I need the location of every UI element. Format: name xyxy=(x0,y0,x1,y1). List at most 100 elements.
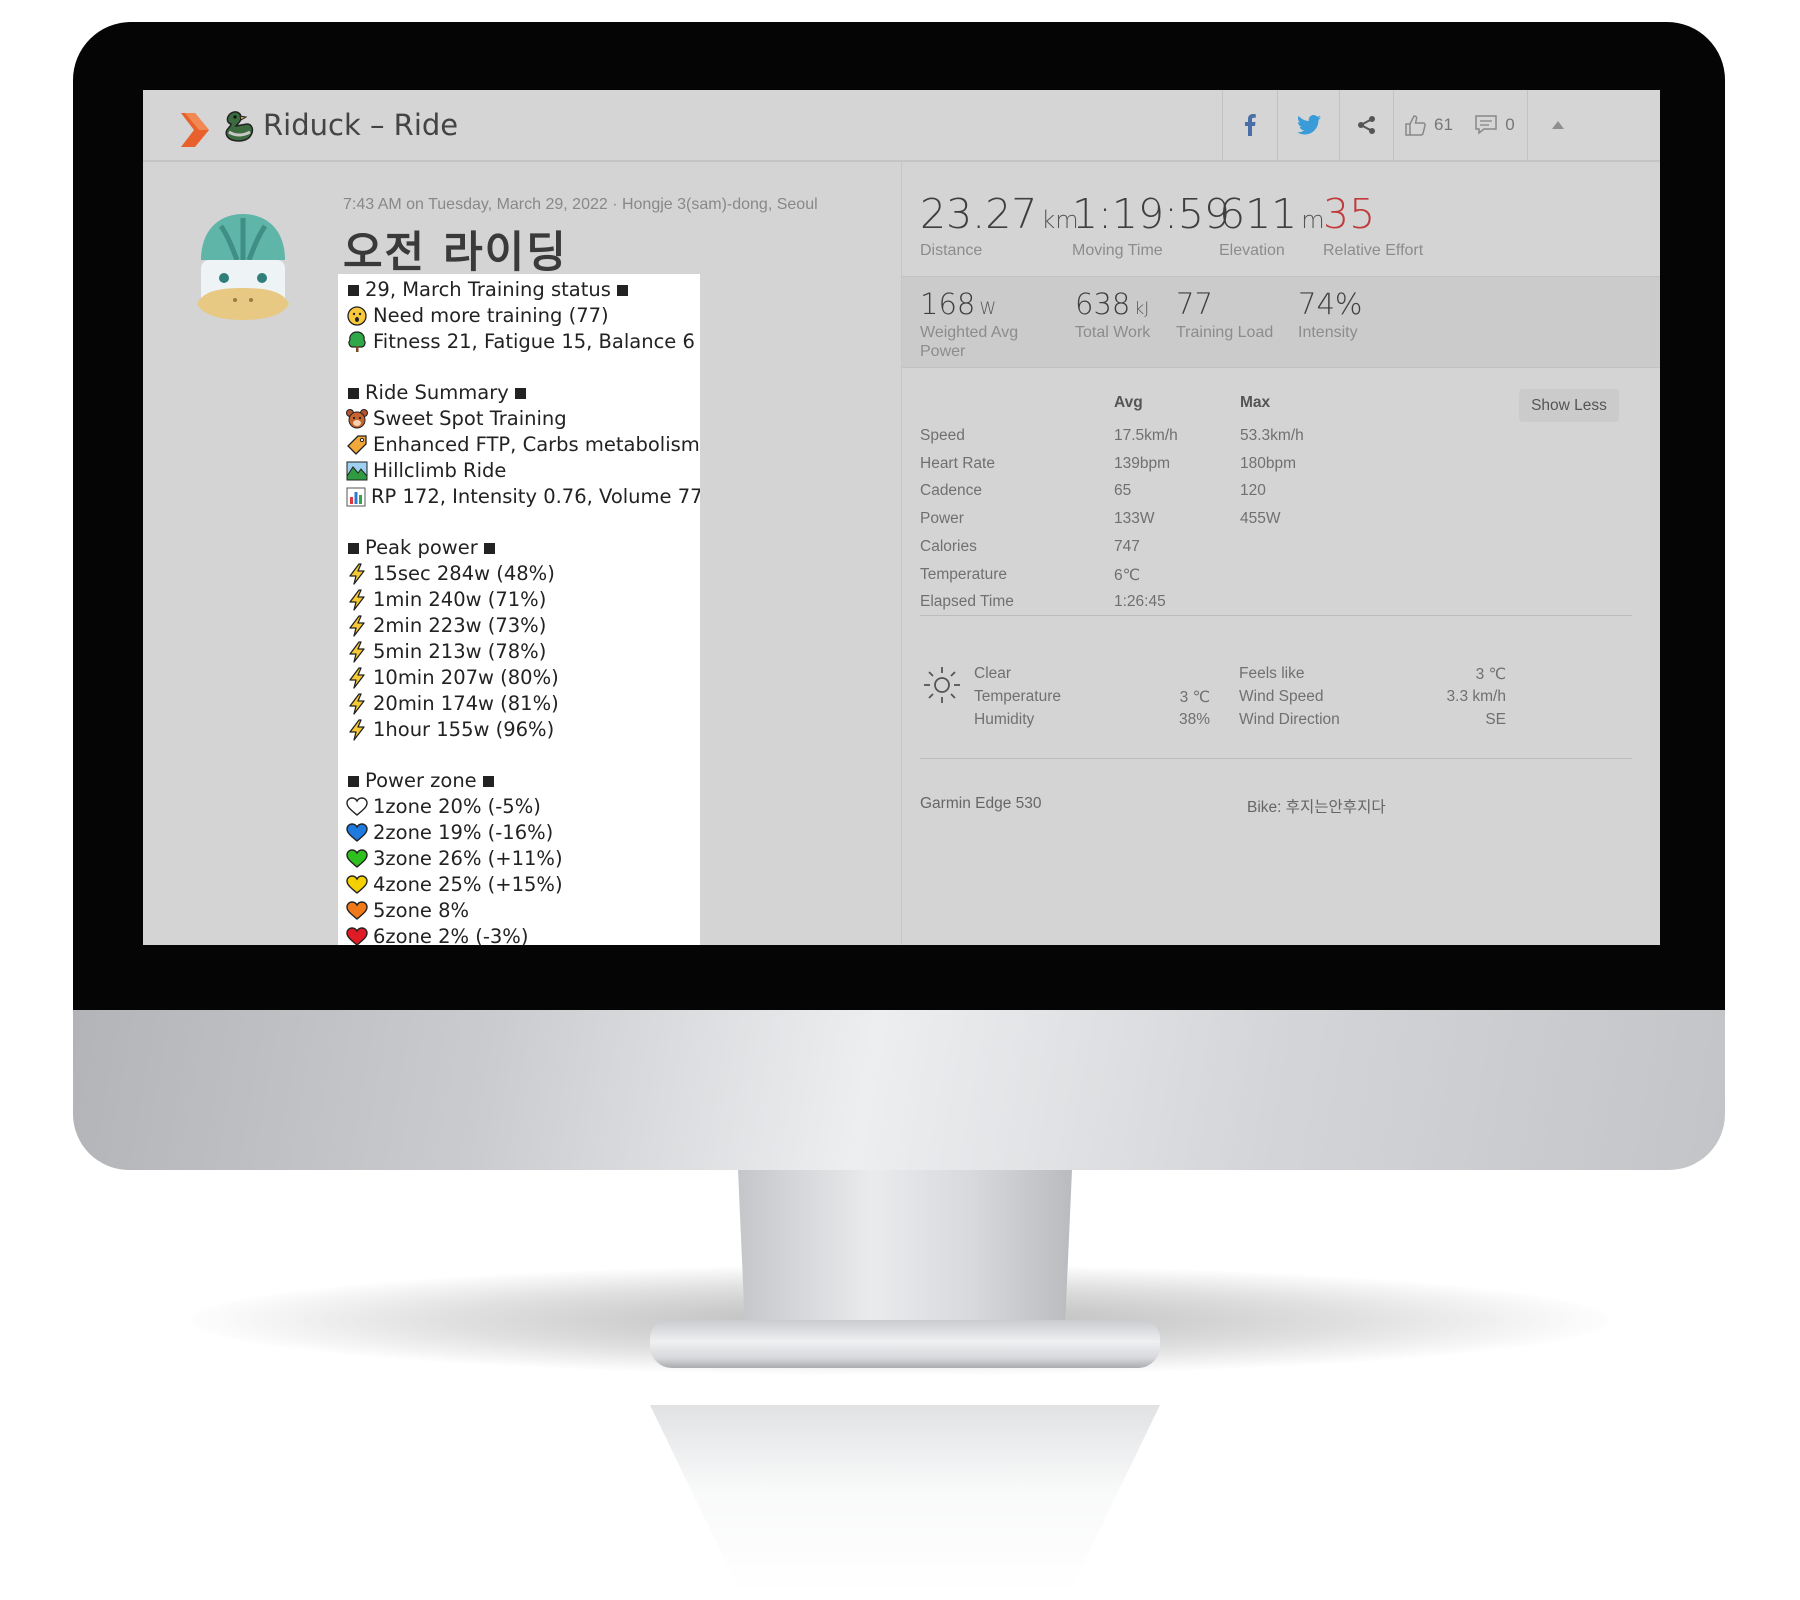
detail-max: 180bpm xyxy=(1240,454,1297,472)
distance-label: Distance xyxy=(920,242,983,259)
square-bullet-icon xyxy=(483,542,495,554)
heart-icon xyxy=(346,926,368,945)
detail-label: Heart Rate xyxy=(920,454,995,472)
total-work-label: Total Work xyxy=(1075,324,1151,341)
weather-wind-speed-label: Wind Speed xyxy=(1239,688,1324,705)
primary-stats: 23.27 km Distance 1:19:59 Moving Time 611… xyxy=(902,162,1660,274)
total-work-value: 638 xyxy=(1075,287,1131,321)
relative-effort-value: 35 xyxy=(1323,190,1376,238)
peak-power-item: 5min 213w (78%) xyxy=(346,639,700,665)
elevation-value: 611 xyxy=(1219,190,1298,238)
facebook-share-button[interactable] xyxy=(1222,90,1277,160)
heart-icon xyxy=(346,796,368,818)
summary-type: Sweet Spot Training xyxy=(373,407,567,430)
heart-icon xyxy=(346,874,368,896)
weather-wind-direction-label: Wind Direction xyxy=(1239,711,1340,728)
peak-power-item: 1hour 155w (96%) xyxy=(346,717,700,743)
collapse-button[interactable] xyxy=(1527,90,1587,160)
weather-temperature-label: Temperature xyxy=(974,688,1062,705)
screen: Riduck – Ride 61 0 7:43 AM on Tuesday, M… xyxy=(143,90,1660,945)
detail-avg: 747 xyxy=(1114,537,1140,555)
duck-logo-icon xyxy=(225,111,254,142)
power-zone-item: 1zone 20% (-5%) xyxy=(346,794,700,820)
peak-power-list: 15sec 284w (48%) 1min 240w (71%) 2min 223w… xyxy=(346,561,700,743)
peak-power-text: 10min 207w (80%) xyxy=(373,666,559,689)
summary-rp: RP 172, Intensity 0.76, Volume 77 xyxy=(371,485,700,508)
activity-description: 29, March Training status Need more trai… xyxy=(338,274,700,945)
detail-avg: 6℃ xyxy=(1114,566,1141,584)
power-zone-text: 4zone 25% (+15%) xyxy=(373,873,563,896)
comments-button[interactable]: 0 xyxy=(1463,90,1527,160)
power-zone-item: 6zone 2% (-3%) xyxy=(346,924,700,945)
weather-wind-direction-value: SE xyxy=(1485,711,1506,728)
activity-title: 오전 라이딩 xyxy=(343,228,568,278)
stat-elevation: 611 m Elevation xyxy=(1219,190,1325,260)
weather-humidity-value: 38% xyxy=(1178,711,1210,728)
comment-icon xyxy=(1475,115,1498,135)
facebook-icon xyxy=(1245,114,1256,136)
weather-feels-value: 3 ℃ xyxy=(1475,666,1506,683)
peak-power-text: 1min 240w (71%) xyxy=(373,588,547,611)
peak-power-item: 1min 240w (71%) xyxy=(346,587,700,613)
desc-line: Need more training (77) xyxy=(346,303,700,329)
peak-power-item: 15sec 284w (48%) xyxy=(346,561,700,587)
tree-icon xyxy=(346,331,368,353)
twitter-icon xyxy=(1296,115,1321,135)
desc-line: Peak power xyxy=(346,535,700,561)
app-title: Riduck – Ride xyxy=(263,108,459,142)
weather-humidity-label: Humidity xyxy=(974,711,1035,728)
moving-time-label: Moving Time xyxy=(1072,242,1163,259)
peak-power-text: 2min 223w (73%) xyxy=(373,614,547,637)
desc-line: Power zone xyxy=(346,768,700,794)
desc-line: Sweet Spot Training xyxy=(346,406,700,432)
moving-time-value: 1:19:59 xyxy=(1072,190,1231,238)
weather-wind-speed-value: 3.3 km/h xyxy=(1446,688,1506,705)
secondary-stats: 168 W Weighted Avg Power 638 kJ Total Work … xyxy=(902,276,1660,368)
lightning-icon xyxy=(346,641,368,663)
square-bullet-icon xyxy=(348,775,359,787)
power-zone-item: 2zone 19% (-16%) xyxy=(346,820,700,846)
distance-value: 23.27 xyxy=(920,190,1038,238)
monitor-chin xyxy=(73,1010,1725,1170)
desc-line: Ride Summary xyxy=(346,380,700,406)
intensity-value: 74% xyxy=(1298,287,1363,321)
detail-avg: 1:26:45 xyxy=(1114,593,1166,611)
surprised-face-icon xyxy=(346,305,368,327)
stat-training-load: 77 Training Load xyxy=(1176,287,1273,342)
divider xyxy=(920,615,1632,616)
desc-spacer xyxy=(346,743,700,768)
device-name: Garmin Edge 530 xyxy=(920,795,1042,812)
desc-spacer xyxy=(346,355,700,380)
weighted-power-value: 168 xyxy=(920,287,976,321)
bike-name: Bike: 후지는안후지다 xyxy=(1247,799,1386,816)
heart-icon xyxy=(346,822,368,844)
show-less-button[interactable]: Show Less xyxy=(1519,389,1619,422)
power-zone-header: Power zone xyxy=(365,769,477,792)
ride-summary-header: Ride Summary xyxy=(365,381,509,404)
detail-label: Cadence xyxy=(920,482,983,500)
peak-power-item: 2min 223w (73%) xyxy=(346,613,700,639)
total-work-unit: kJ xyxy=(1134,299,1150,319)
detail-max: 53.3km/h xyxy=(1240,427,1304,444)
national-park-icon xyxy=(346,460,368,482)
power-zone-item: 5zone 8% xyxy=(346,898,700,924)
lightning-icon xyxy=(346,719,368,741)
lightning-icon xyxy=(346,589,368,611)
share-button[interactable] xyxy=(1339,90,1393,160)
stat-relative-effort[interactable]: 35 Relative Effort xyxy=(1323,190,1423,260)
desc-spacer xyxy=(346,510,700,535)
power-zone-text: 6zone 2% (-3%) xyxy=(373,925,529,945)
desc-line: RP 172, Intensity 0.76, Volume 77 xyxy=(346,484,700,510)
kudos-button[interactable]: 61 xyxy=(1393,90,1463,160)
bar-chart-icon xyxy=(346,486,366,508)
detail-max: 455W xyxy=(1240,510,1281,528)
elevation-label: Elevation xyxy=(1219,242,1285,259)
stat-distance: 23.27 km Distance xyxy=(920,190,1079,260)
detail-avg: 139bpm xyxy=(1114,454,1171,472)
divider xyxy=(920,758,1632,759)
square-bullet-icon xyxy=(348,284,359,296)
comment-count: 0 xyxy=(1505,115,1515,134)
weighted-power-label: Weighted Avg Power xyxy=(920,324,1019,360)
heart-icon xyxy=(346,900,368,922)
twitter-share-button[interactable] xyxy=(1277,90,1339,160)
